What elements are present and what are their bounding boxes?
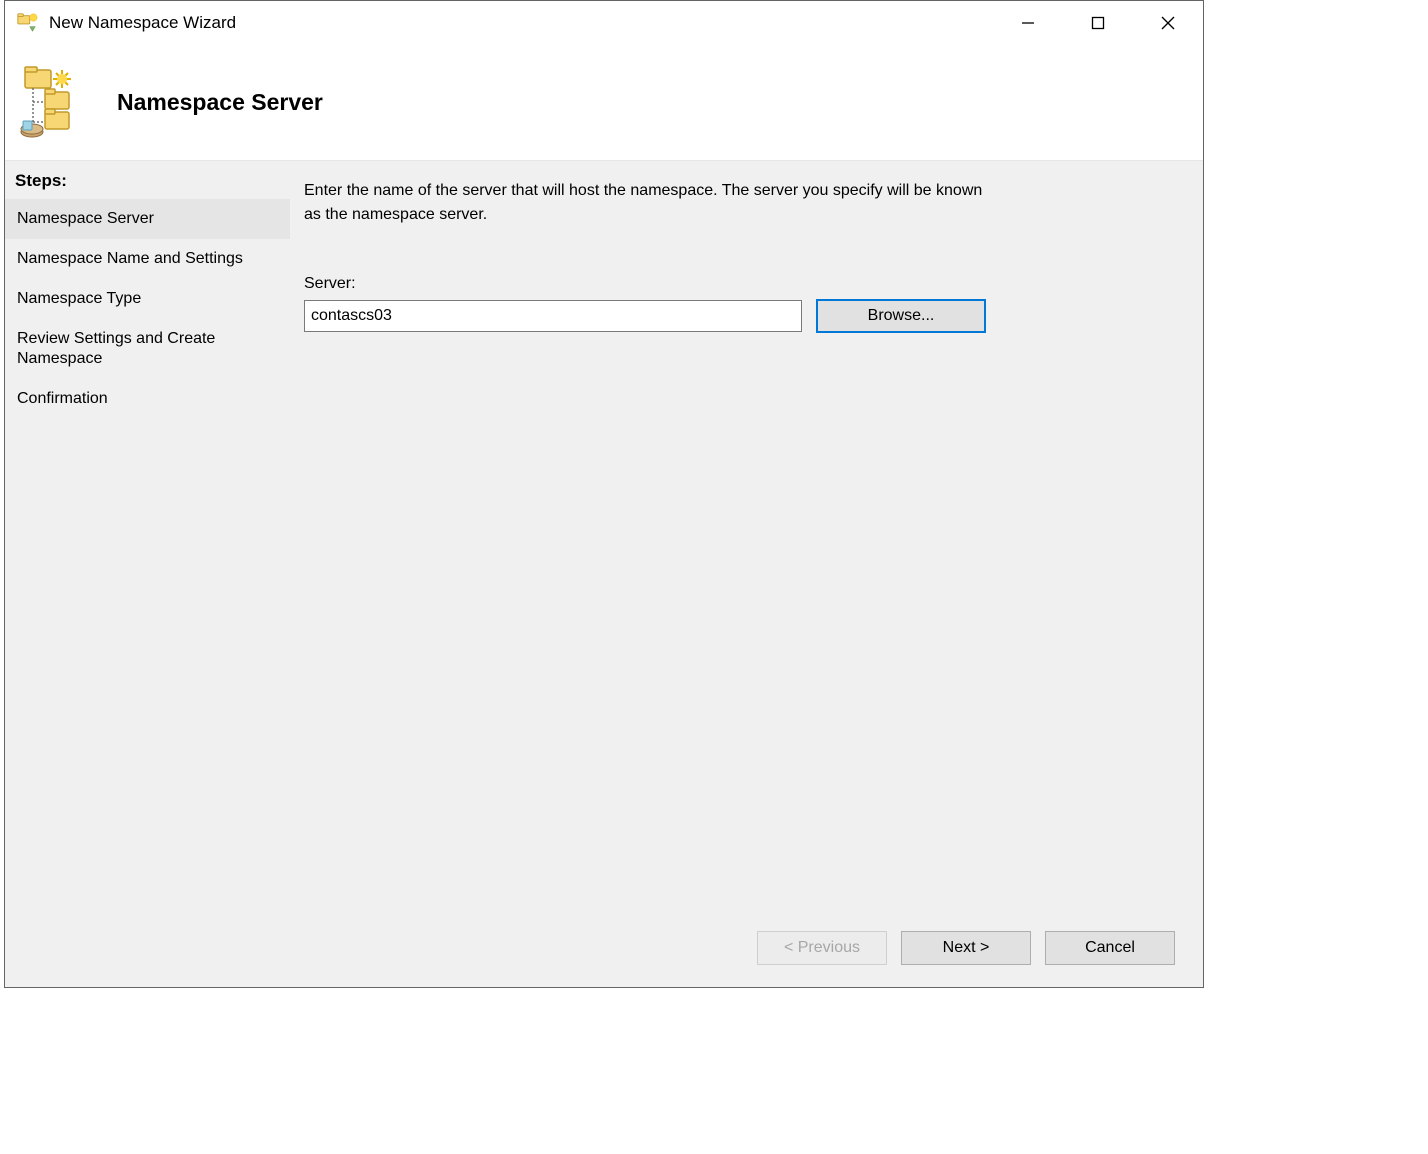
close-button[interactable]	[1133, 1, 1203, 45]
wizard-footer: < Previous Next > Cancel	[5, 909, 1203, 987]
namespace-wizard-icon	[15, 11, 39, 35]
server-input[interactable]	[304, 300, 802, 332]
wizard-content: Enter the name of the server that will h…	[290, 161, 1203, 909]
minimize-button[interactable]	[993, 1, 1063, 45]
step-namespace-name-settings[interactable]: Namespace Name and Settings	[5, 239, 290, 279]
maximize-button[interactable]	[1063, 1, 1133, 45]
window-controls	[993, 1, 1203, 45]
next-button[interactable]: Next >	[901, 931, 1031, 965]
namespace-tree-icon	[19, 66, 93, 140]
steps-sidebar: Steps: Namespace Server Namespace Name a…	[5, 161, 290, 909]
window-title: New Namespace Wizard	[49, 13, 993, 33]
server-label: Server:	[304, 275, 1179, 293]
previous-button: < Previous	[757, 931, 887, 965]
server-field-row: Browse...	[304, 299, 1179, 333]
wizard-body: Steps: Namespace Server Namespace Name a…	[5, 160, 1203, 909]
wizard-window: New Namespace Wizard	[4, 0, 1204, 988]
step-namespace-server[interactable]: Namespace Server	[5, 199, 290, 239]
cancel-button[interactable]: Cancel	[1045, 931, 1175, 965]
titlebar: New Namespace Wizard	[5, 1, 1203, 45]
steps-heading: Steps:	[5, 167, 290, 199]
intro-text: Enter the name of the server that will h…	[304, 179, 984, 227]
browse-button[interactable]: Browse...	[816, 299, 986, 333]
step-namespace-type[interactable]: Namespace Type	[5, 279, 290, 319]
step-confirmation[interactable]: Confirmation	[5, 379, 290, 419]
step-review-create[interactable]: Review Settings and Create Namespace	[5, 319, 290, 379]
wizard-header: Namespace Server	[5, 45, 1203, 160]
page-title: Namespace Server	[117, 89, 323, 116]
